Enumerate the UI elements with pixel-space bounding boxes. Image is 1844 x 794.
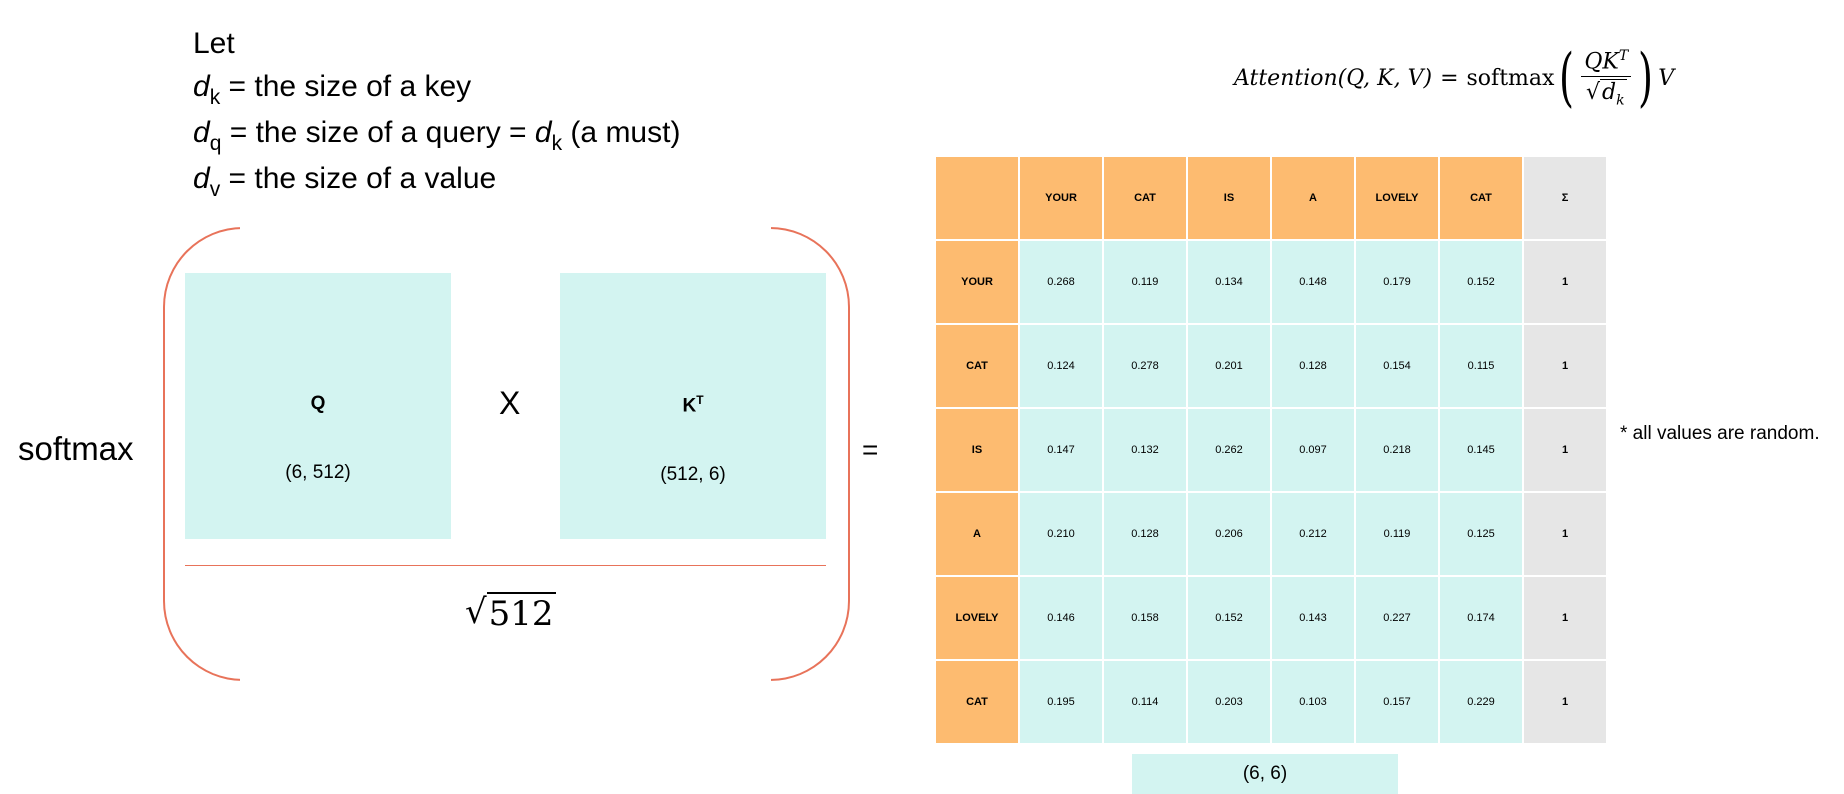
sqrt-denominator: √ 512 — [465, 592, 556, 634]
q-matrix-name: Q — [310, 393, 326, 414]
row-header: IS — [936, 409, 1018, 491]
attention-table: YOUR CAT IS A LOVELY CAT Σ YOUR 0.268 0.… — [936, 157, 1606, 743]
table-cell: 0.157 — [1356, 661, 1438, 743]
q-matrix: Q (6, 512) — [185, 273, 451, 539]
formula-equals: = — [1440, 65, 1459, 91]
column-header: IS — [1188, 157, 1270, 239]
softmax-label: softmax — [18, 430, 134, 467]
table-cell: 0.143 — [1272, 577, 1354, 659]
table-cell: 0.201 — [1188, 325, 1270, 407]
table-cell: 0.148 — [1272, 241, 1354, 323]
table-cell: 0.114 — [1104, 661, 1186, 743]
table-cell: 0.119 — [1356, 493, 1438, 575]
table-cell: 0.128 — [1104, 493, 1186, 575]
column-header: LOVELY — [1356, 157, 1438, 239]
result-dims: (6, 6) — [1132, 754, 1398, 794]
formula-denominator: √dk — [1586, 78, 1627, 109]
definition-dq: dq = the size of a query = dk (a must) — [193, 116, 681, 155]
table-cell: 0.278 — [1104, 325, 1186, 407]
table-cell: 0.195 — [1020, 661, 1102, 743]
table-cell: 0.097 — [1272, 409, 1354, 491]
table-cell: 0.128 — [1272, 325, 1354, 407]
row-header: YOUR — [936, 241, 1018, 323]
fraction-divider — [185, 565, 826, 566]
kt-matrix: KT (512, 6) — [560, 273, 826, 539]
table-cell: 0.145 — [1440, 409, 1522, 491]
sum-header: Σ — [1524, 157, 1606, 239]
definition-dv: dv = the size of a value — [193, 162, 497, 201]
formula-lhs: Attention(Q, K, V) — [1234, 65, 1433, 91]
kt-matrix-name: KT — [682, 393, 704, 417]
table-cell: 0.125 — [1440, 493, 1522, 575]
table-cell: 0.206 — [1188, 493, 1270, 575]
multiply-sign: X — [499, 385, 521, 421]
sqrt-symbol: √ — [465, 592, 487, 632]
table-cell: 0.227 — [1356, 577, 1438, 659]
table-cell: 0.229 — [1440, 661, 1522, 743]
table-cell: 0.262 — [1188, 409, 1270, 491]
table-cell: 0.132 — [1104, 409, 1186, 491]
formula-softmax: softmax — [1466, 65, 1555, 91]
table-cell: 0.203 — [1188, 661, 1270, 743]
column-header: A — [1272, 157, 1354, 239]
table-cell: 0.218 — [1356, 409, 1438, 491]
kt-matrix-dims: (512, 6) — [660, 464, 726, 486]
row-header: A — [936, 493, 1018, 575]
table-cell: 0.124 — [1020, 325, 1102, 407]
table-cell: 0.179 — [1356, 241, 1438, 323]
row-header: CAT — [936, 325, 1018, 407]
table-cell: 0.210 — [1020, 493, 1102, 575]
definitions-block: Let dk = the size of a key dq = the size… — [193, 22, 680, 203]
table-cell: 0.147 — [1020, 409, 1102, 491]
table-cell: 0.158 — [1104, 577, 1186, 659]
table-corner — [936, 157, 1018, 239]
row-sum: 1 — [1524, 493, 1606, 575]
table-cell: 0.268 — [1020, 241, 1102, 323]
definition-dk: dk = the size of a key — [193, 70, 472, 109]
table-cell: 0.146 — [1020, 577, 1102, 659]
table-cell: 0.103 — [1272, 661, 1354, 743]
table-cell: 0.119 — [1104, 241, 1186, 323]
row-sum: 1 — [1524, 661, 1606, 743]
row-sum: 1 — [1524, 325, 1606, 407]
row-sum: 1 — [1524, 241, 1606, 323]
equals-sign: = — [862, 434, 879, 465]
formula-left-paren: ( — [1559, 41, 1575, 115]
table-cell: 0.212 — [1272, 493, 1354, 575]
formula-right-paren: ) — [1638, 41, 1654, 115]
column-header: CAT — [1440, 157, 1522, 239]
formula-tail: V — [1658, 65, 1675, 91]
q-matrix-dims: (6, 512) — [285, 462, 351, 483]
attention-formula: Attention(Q, K, V) = softmax ( QKT √dk )… — [1234, 46, 1674, 110]
table-cell: 0.115 — [1440, 325, 1522, 407]
column-header: YOUR — [1020, 157, 1102, 239]
let-label: Let — [193, 27, 235, 60]
row-sum: 1 — [1524, 577, 1606, 659]
table-cell: 0.174 — [1440, 577, 1522, 659]
formula-numerator: QKT — [1581, 48, 1632, 77]
table-cell: 0.152 — [1440, 241, 1522, 323]
column-header: CAT — [1104, 157, 1186, 239]
formula-fraction: QKT √dk — [1581, 48, 1632, 109]
row-header: LOVELY — [936, 577, 1018, 659]
table-cell: 0.152 — [1188, 577, 1270, 659]
random-note: * all values are random. — [1620, 423, 1820, 444]
sqrt-radicand: 512 — [486, 592, 556, 634]
row-sum: 1 — [1524, 409, 1606, 491]
row-header: CAT — [936, 661, 1018, 743]
table-cell: 0.154 — [1356, 325, 1438, 407]
table-cell: 0.134 — [1188, 241, 1270, 323]
